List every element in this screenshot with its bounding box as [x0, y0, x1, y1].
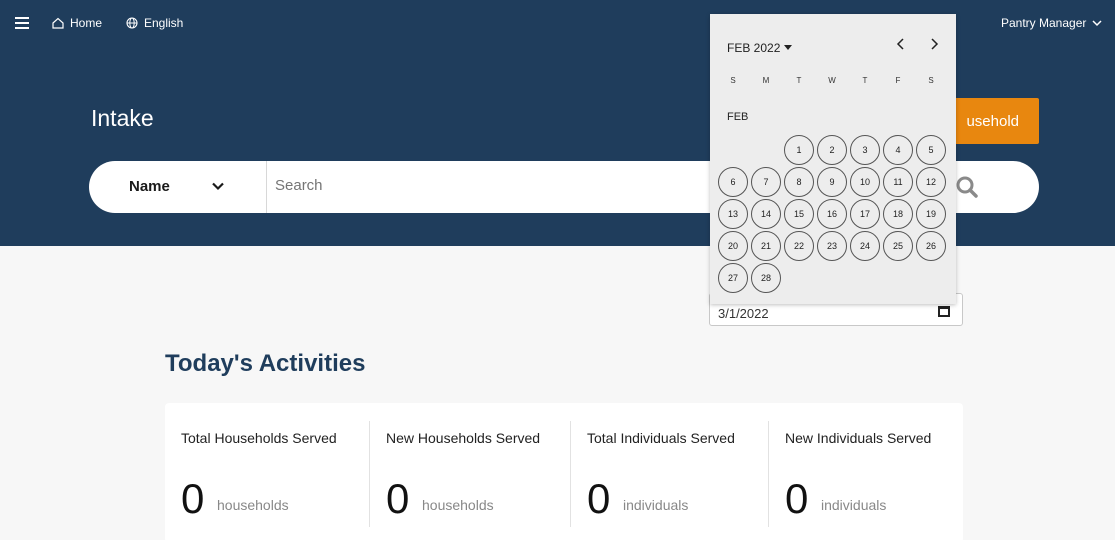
chevron-down-icon — [1092, 20, 1102, 27]
search-type-label: Name — [129, 178, 170, 195]
next-month-button[interactable] — [929, 37, 939, 55]
stat-label: New Households Served — [386, 430, 541, 446]
stat-new-individuals: New Individuals Served 0 individuals — [769, 403, 963, 540]
language-selector[interactable]: English — [126, 16, 183, 30]
calendar-day[interactable]: 11 — [883, 167, 913, 197]
stat-total-individuals: Total Individuals Served 0 individuals — [571, 403, 767, 540]
calendar-day[interactable]: 7 — [751, 167, 781, 197]
calendar-day[interactable]: 19 — [916, 199, 946, 229]
date-picker-calendar: FEB 2022 FEB S M T W T F S 1 2 3 4 5 6 7 8 9 10 11 12 13 14 1… — [710, 14, 956, 304]
stat-new-households: New Households Served 0 households — [370, 403, 570, 540]
calendar-day[interactable]: 15 — [784, 199, 814, 229]
page-title: Intake — [91, 105, 154, 131]
calendar-day[interactable]: 13 — [718, 199, 748, 229]
chevron-right-icon — [931, 38, 939, 50]
calendar-day[interactable]: 23 — [817, 231, 847, 261]
calendar-day[interactable]: 12 — [916, 167, 946, 197]
calendar-day[interactable]: 1 — [784, 135, 814, 165]
stat-value: 0 — [386, 475, 410, 522]
weekday-label: W — [828, 76, 836, 85]
calendar-day[interactable]: 26 — [916, 231, 946, 261]
home-icon — [52, 17, 64, 29]
calendar-day[interactable]: 24 — [850, 231, 880, 261]
month-year-selector[interactable]: FEB 2022 — [727, 41, 793, 55]
calendar-day[interactable]: 28 — [751, 263, 781, 293]
weekday-label: S — [928, 76, 934, 85]
calendar-day[interactable]: 2 — [817, 135, 847, 165]
weekday-label: F — [895, 76, 901, 85]
prev-month-button[interactable] — [896, 37, 906, 55]
calendar-month-label: FEB — [727, 111, 749, 123]
calendar-day[interactable]: 10 — [850, 167, 880, 197]
language-label: English — [144, 16, 184, 30]
weekday-label: T — [862, 76, 868, 85]
home-label: Home — [70, 16, 103, 30]
stat-unit: households — [217, 497, 289, 513]
stat-unit: households — [422, 497, 494, 513]
stat-label: Total Households Served — [181, 430, 337, 446]
home-link[interactable]: Home — [52, 16, 102, 30]
hamburger-menu-icon[interactable] — [15, 17, 29, 29]
stat-value: 0 — [181, 475, 205, 522]
calendar-day[interactable]: 4 — [883, 135, 913, 165]
search-type-dropdown[interactable]: Name — [89, 161, 267, 213]
weekday-label: M — [762, 76, 770, 85]
calendar-day[interactable]: 5 — [916, 135, 946, 165]
calendar-day[interactable]: 9 — [817, 167, 847, 197]
calendar-day[interactable]: 21 — [751, 231, 781, 261]
calendar-day[interactable]: 27 — [718, 263, 748, 293]
calendar-day[interactable]: 6 — [718, 167, 748, 197]
user-menu[interactable]: Pantry Manager — [1001, 16, 1102, 30]
calendar-day[interactable]: 8 — [784, 167, 814, 197]
user-menu-label: Pantry Manager — [1001, 16, 1087, 30]
stat-label: New Individuals Served — [785, 430, 932, 446]
stat-unit: individuals — [623, 497, 689, 513]
month-year-label: FEB 2022 — [727, 41, 781, 55]
calendar-day[interactable]: 17 — [850, 199, 880, 229]
stat-value: 0 — [587, 475, 611, 522]
stat-label: Total Individuals Served — [587, 430, 735, 446]
date-value: 3/1/2022 — [718, 306, 769, 321]
calendar-day[interactable]: 22 — [784, 231, 814, 261]
calendar-day[interactable]: 20 — [718, 231, 748, 261]
calendar-icon[interactable] — [938, 306, 950, 317]
chevron-left-icon — [896, 38, 904, 50]
calendar-day[interactable]: 3 — [850, 135, 880, 165]
stat-unit: individuals — [821, 497, 887, 513]
activities-title: Today's Activities — [165, 350, 366, 377]
stat-total-households: Total Households Served 0 households — [165, 403, 369, 540]
chevron-down-icon — [212, 182, 224, 191]
calendar-day[interactable]: 16 — [817, 199, 847, 229]
weekday-label: S — [730, 76, 736, 85]
search-icon[interactable] — [955, 175, 979, 199]
calendar-day[interactable]: 25 — [883, 231, 913, 261]
calendar-day[interactable]: 18 — [883, 199, 913, 229]
calendar-day[interactable]: 14 — [751, 199, 781, 229]
globe-icon — [126, 17, 138, 29]
stats-card: Total Households Served 0 households New… — [165, 403, 963, 540]
stat-value: 0 — [785, 475, 809, 522]
weekday-label: T — [796, 76, 802, 85]
search-input[interactable] — [275, 177, 675, 194]
caret-down-icon — [784, 45, 793, 50]
